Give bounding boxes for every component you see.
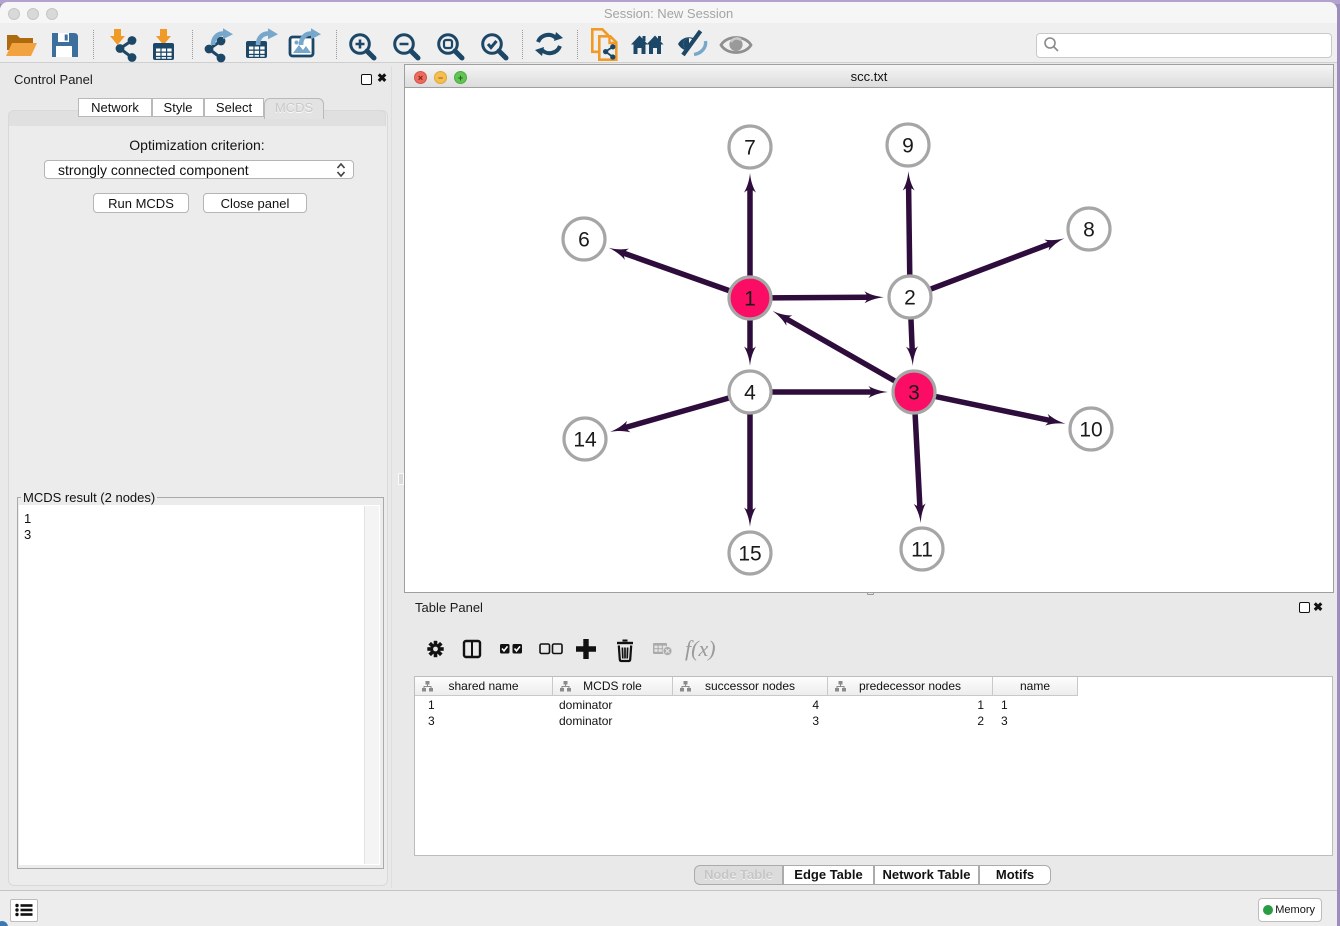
svg-text:8: 8 (1083, 219, 1095, 242)
svg-text:f(x): f(x) (685, 636, 716, 661)
svg-text:11: 11 (911, 539, 933, 562)
svg-text:3: 3 (908, 382, 920, 405)
svg-text:9: 9 (902, 135, 914, 158)
svg-text:1: 1 (744, 288, 756, 311)
svg-text:6: 6 (578, 229, 590, 252)
svg-text:4: 4 (744, 382, 756, 405)
svg-text:14: 14 (573, 429, 597, 452)
svg-text:7: 7 (744, 137, 756, 160)
svg-text:10: 10 (1079, 419, 1102, 442)
svg-text:2: 2 (904, 287, 916, 310)
svg-text:15: 15 (738, 543, 761, 566)
